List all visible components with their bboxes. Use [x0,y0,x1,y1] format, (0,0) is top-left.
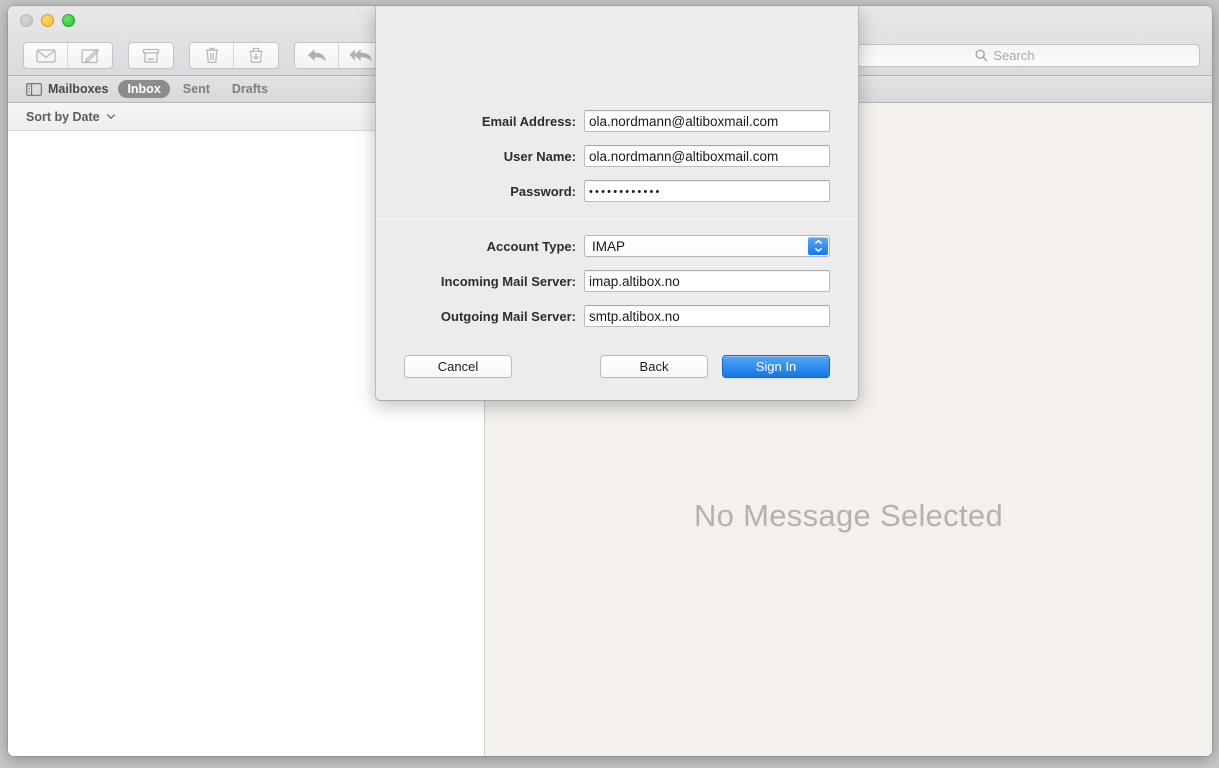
back-button[interactable]: Back [600,355,708,378]
chevron-down-icon [106,114,115,120]
toolbar-group-delete [189,42,279,69]
email-address-row: Email Address: [404,110,830,132]
reply-icon [307,49,326,62]
account-setup-sheet: Email Address: User Name: Password: ••••… [375,6,859,401]
reply-all-icon [349,49,372,62]
mailboxes-label: Mailboxes [48,82,109,96]
sheet-server-section: Account Type: IMAP Incoming Mail Server: [376,219,858,327]
account-type-stepper[interactable] [808,237,828,255]
sort-by-label: Sort by Date [26,109,100,124]
delete-button[interactable] [190,43,234,68]
password-field[interactable]: •••••••••••• [584,180,830,202]
mailbox-tab-drafts[interactable]: Drafts [223,80,277,98]
email-address-label: Email Address: [481,113,576,129]
compose-message-button[interactable] [68,43,112,68]
get-mail-envelope-icon [35,48,56,63]
junk-icon [249,47,263,64]
account-type-value: IMAP [592,238,626,254]
no-message-selected-label: No Message Selected [694,498,1003,533]
mailboxes-sidebar-toggle[interactable]: Mailboxes [24,80,114,98]
compose-icon [81,47,99,63]
stepper-down-icon [814,247,822,252]
email-address-field[interactable] [584,110,830,132]
mail-window: Inbox (0 messages) [8,6,1212,756]
account-type-select[interactable]: IMAP [584,235,830,257]
sheet-credentials-section: Email Address: User Name: Password: ••••… [376,110,858,202]
outgoing-mail-server-row: Outgoing Mail Server: [404,305,830,327]
incoming-mail-server-field[interactable] [584,270,830,292]
search-field[interactable]: Search [810,44,1200,67]
outgoing-mail-server-field[interactable] [584,305,830,327]
account-type-label: Account Type: [486,238,576,254]
get-mail-button[interactable] [24,43,68,68]
toolbar-group-mail [23,42,113,69]
incoming-mail-server-label: Incoming Mail Server: [440,273,576,289]
junk-button[interactable] [234,43,278,68]
sheet-button-row: Cancel Back Sign In [376,327,858,400]
archive-icon [142,48,160,63]
search-icon [975,49,988,62]
toolbar-group-archive [128,42,174,69]
search-placeholder: Search [993,48,1035,63]
user-name-field[interactable] [584,145,830,167]
user-name-label: User Name: [503,148,576,164]
archive-button[interactable] [129,43,173,68]
stepper-up-down-icon [814,240,822,244]
reply-button[interactable] [295,43,339,68]
account-type-row: Account Type: IMAP [404,235,830,257]
incoming-mail-server-row: Incoming Mail Server: [404,270,830,292]
mailbox-tab-inbox[interactable]: Inbox [118,80,170,98]
password-row: Password: •••••••••••• [404,180,830,202]
cancel-button[interactable]: Cancel [404,355,512,378]
password-label: Password: [510,183,576,199]
user-name-row: User Name: [404,145,830,167]
trash-icon [205,47,218,64]
sidebar-panel-icon [26,82,42,96]
outgoing-mail-server-label: Outgoing Mail Server: [440,308,576,324]
sign-in-button[interactable]: Sign In [722,355,830,378]
password-masked-value: •••••••••••• [589,186,662,198]
mailbox-tab-sent[interactable]: Sent [174,80,219,98]
